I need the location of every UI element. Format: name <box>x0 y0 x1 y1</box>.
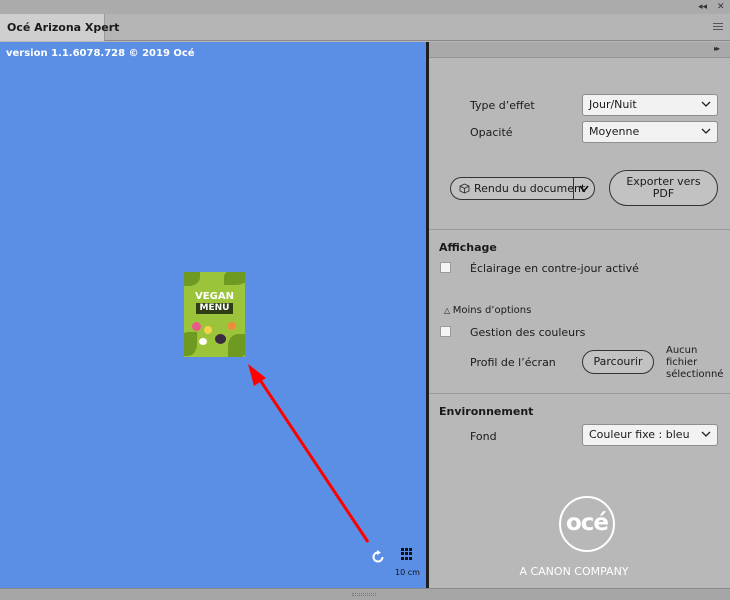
chevron-down-icon <box>700 122 712 142</box>
canon-tagline: A CANON COMPANY <box>519 565 629 578</box>
browse-button[interactable]: Parcourir <box>582 350 654 374</box>
color-management-label: Gestion des couleurs <box>470 326 586 339</box>
cube-icon <box>459 180 471 201</box>
document-preview-thumbnail[interactable]: VEGAN MENU <box>184 272 245 357</box>
preview-headline: VEGAN <box>195 291 234 302</box>
fond-label: Fond <box>470 430 497 443</box>
export-pdf-button[interactable]: Exporter vers PDF <box>609 170 718 206</box>
render-document-button[interactable]: Rendu du document <box>450 177 595 200</box>
grid-view-icon[interactable] <box>401 548 413 560</box>
render-dropdown-chevron-icon[interactable] <box>577 178 591 199</box>
oce-logo: océ <box>559 496 615 552</box>
resize-grip[interactable] <box>352 593 376 596</box>
opacite-label: Opacité <box>470 126 513 139</box>
screen-profile-label: Profil de l’écran <box>470 356 556 369</box>
chevron-down-icon <box>700 425 712 445</box>
tab-oce-arizona-xpert[interactable]: Océ Arizona Xpert <box>0 14 119 41</box>
render-button-separator <box>573 178 574 199</box>
hamburger-menu-icon[interactable] <box>713 23 723 32</box>
backlight-label: Éclairage en contre-jour activé <box>470 262 639 275</box>
fewer-options-toggle[interactable]: △ Moins d’options <box>444 305 531 316</box>
version-text: version 1.1.6078.728 © 2019 Océ <box>6 48 195 59</box>
opacite-select[interactable]: Moyenne <box>582 121 718 143</box>
chevron-down-icon <box>700 95 712 115</box>
color-management-checkbox[interactable] <box>440 326 451 337</box>
window-top-strip: ◂◂ ✕ <box>0 0 730 14</box>
bottom-status-bar <box>0 588 730 600</box>
fond-value: Couleur fixe : bleu <box>589 428 690 441</box>
section-divider <box>429 229 730 230</box>
preview-subline: MENU <box>196 303 233 314</box>
double-left-arrow-icon[interactable]: ◂◂ <box>698 1 707 13</box>
export-pdf-line2: PDF <box>652 187 675 200</box>
backlight-checkbox[interactable] <box>440 262 451 273</box>
environnement-title: Environnement <box>439 405 534 418</box>
close-icon[interactable]: ✕ <box>717 1 725 13</box>
rotate-icon[interactable] <box>370 549 386 565</box>
fond-select[interactable]: Couleur fixe : bleu <box>582 424 718 446</box>
collapse-panel-icon[interactable]: ▸▸ <box>714 44 720 53</box>
type-effet-label: Type d’effet <box>470 99 535 112</box>
preview-canvas[interactable]: version 1.1.6078.728 © 2019 Océ VEGAN ME… <box>0 42 426 588</box>
triangle-up-icon: △ <box>444 306 453 315</box>
opacite-value: Moyenne <box>589 125 640 138</box>
tab-bar: Océ Arizona Xpert <box>0 14 730 41</box>
render-document-main[interactable]: Rendu du document <box>459 178 585 199</box>
type-effet-value: Jour/Nuit <box>589 98 637 111</box>
section-divider <box>429 393 730 394</box>
scale-label: 10 cm <box>395 568 420 577</box>
no-file-selected-text: Aucun fichier sélectionné <box>666 345 724 380</box>
affichage-title: Affichage <box>439 241 497 254</box>
panel-header: ▸▸ <box>429 42 730 58</box>
type-effet-select[interactable]: Jour/Nuit <box>582 94 718 116</box>
fewer-options-label: Moins d’options <box>452 305 532 316</box>
settings-panel: ▸▸ Type d’effet Jour/Nuit Opacité Moyenn… <box>429 42 730 588</box>
render-document-label: Rendu du document <box>474 182 586 195</box>
